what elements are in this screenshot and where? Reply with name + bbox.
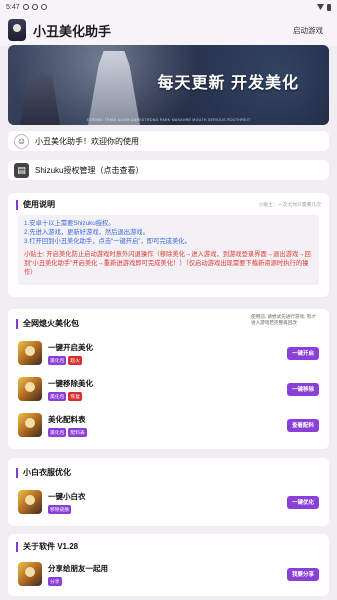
item-name: 美化配料表: [48, 414, 86, 424]
list-item: 一键小白衣 移除皮肤 一键优化: [18, 488, 319, 516]
shizuku-card[interactable]: ▤ Shizuku授权管理（点击查看）: [8, 160, 329, 180]
enable-beautify-button[interactable]: 一键开启: [287, 346, 319, 360]
list-item: 分享给朋友一起用 分享 我要分享: [18, 560, 319, 588]
usage-title: 使用说明: [23, 200, 55, 209]
welcome-card: ☺ 小丑美化助手！欢迎你的使用: [8, 131, 329, 151]
usage-card: 使用说明 小贴士：一次尤你只需要几次 1.安卓十以上需要Shizuku授权。 2…: [8, 193, 329, 297]
app-title: 小丑美化助手: [33, 23, 112, 39]
item-name: 一键小白衣: [48, 491, 86, 501]
item-name: 一键开启美化: [48, 342, 93, 352]
optimize-button[interactable]: 一键优化: [287, 495, 319, 509]
status-time: 5:47: [6, 3, 20, 11]
package-title: 全网熄火美化包: [23, 319, 79, 328]
item-name: 一键移除美化: [48, 378, 93, 388]
whiteclothes-title: 小白衣服优化: [23, 468, 71, 477]
item-tag: 分享: [48, 576, 62, 586]
item-thumbnail: [18, 377, 42, 401]
item-tag: 美化包: [48, 427, 67, 437]
welcome-text: 小丑美化助手！欢迎你的使用: [35, 136, 139, 146]
item-tag: 美化包: [48, 355, 67, 365]
wifi-icon: [317, 4, 324, 10]
app-bar: 小丑美化助手 启动游戏: [0, 14, 337, 46]
about-title: 关于软件 V1.28: [23, 542, 79, 551]
status-bar: 5:47: [0, 0, 337, 14]
share-button[interactable]: 我要分享: [287, 567, 319, 581]
item-thumbnail: [18, 413, 42, 437]
banner[interactable]: 每天更新 开发美化 STRONG TRIBE DOOM DARKSTRONG P…: [8, 45, 329, 125]
document-icon: ▤: [14, 162, 29, 178]
whiteclothes-card: 小白衣服优化 一键小白衣 移除皮肤 一键优化: [8, 458, 329, 526]
list-item: 美化配料表 美化包 配料表 查看配料: [18, 411, 319, 439]
view-ingredients-button[interactable]: 查看配料: [287, 418, 319, 432]
item-thumbnail: [18, 562, 42, 586]
usage-box: 1.安卓十以上需要Shizuku授权。 2.先进入游戏，更新好游戏，然后退出游戏…: [18, 215, 319, 285]
remove-beautify-button[interactable]: 一键移除: [287, 382, 319, 396]
usage-step: 1.安卓十以上需要Shizuku授权。: [24, 220, 115, 227]
usage-step: 2.先进入游戏，更新好游戏，然后退出游戏。: [24, 228, 149, 236]
item-tag: 移除皮肤: [48, 504, 72, 514]
about-card: 关于软件 V1.28 分享给朋友一起用 分享 我要分享: [8, 534, 329, 596]
shizuku-text: Shizuku授权管理（点击查看）: [35, 165, 144, 175]
banner-headline: 每天更新 开发美化: [157, 75, 299, 92]
item-tag: 超火: [68, 355, 83, 365]
list-item: 一键开启美化 美化包 超火 一键开启: [18, 339, 319, 367]
package-note: 使用前, 请尝试先进行游戏, 有才进入游戏若完整再回改: [251, 314, 316, 325]
item-name: 分享给朋友一起用: [48, 563, 108, 573]
notification-icon: [31, 4, 38, 10]
item-thumbnail: [18, 341, 42, 365]
notification-icon: [22, 4, 29, 10]
list-item: 一键移除美化 美化包 恢复 一键移除: [18, 375, 319, 403]
item-tag: 配料表: [68, 427, 87, 437]
item-tag: 美化包: [48, 391, 67, 401]
banner-small-text: STRONG TRIBE DOOM DARKSTRONG PARK MASAHR…: [86, 118, 251, 122]
smiley-icon: ☺: [14, 133, 29, 149]
usage-hint: 小贴士：一次尤你只需要几次: [258, 203, 321, 208]
usage-step: 3.打开回到小丑美化助手，点击“一键开启”，即可完成美化。: [24, 237, 191, 245]
battery-icon: [327, 3, 331, 11]
item-thumbnail: [18, 490, 42, 514]
notification-icon: [40, 4, 47, 10]
usage-tip: 小贴士: 开启美化防止启动游戏时意外闪退操作（移除美化→进入游戏，到游戏登录界面…: [24, 251, 311, 277]
item-tag: 恢复: [68, 391, 83, 401]
app-logo: [8, 19, 26, 41]
launch-game-button[interactable]: 启动游戏: [287, 22, 329, 39]
package-card: 全网熄火美化包 使用前, 请尝试先进行游戏, 有才进入游戏若完整再回改 一键开启…: [8, 309, 329, 449]
